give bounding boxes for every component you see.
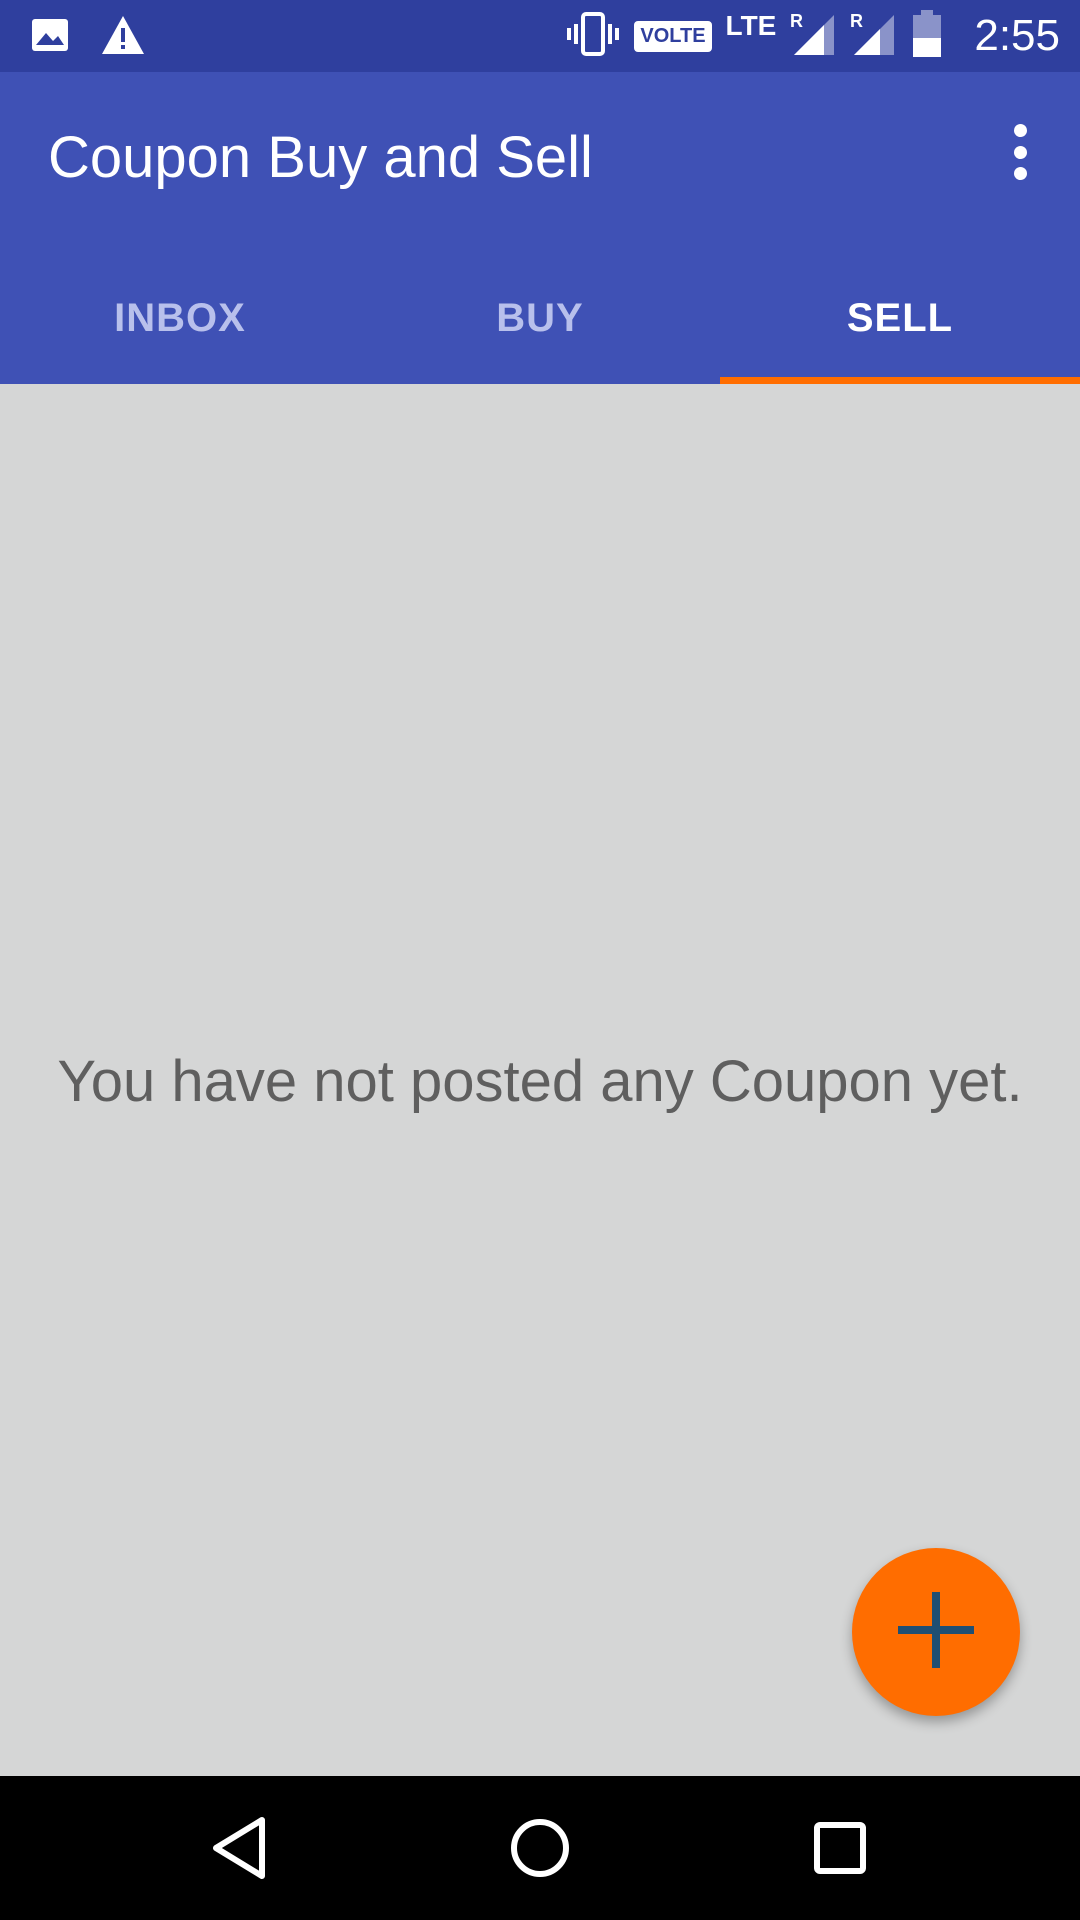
app-title: Coupon Buy and Sell (48, 125, 593, 190)
svg-text:R: R (850, 11, 863, 31)
plus-icon (898, 1591, 974, 1673)
battery-icon (910, 9, 944, 63)
signal-icon: R (790, 11, 836, 62)
system-nav-bar (0, 1776, 1080, 1920)
network-type-label: LTE (725, 10, 777, 41)
image-icon (30, 15, 70, 60)
status-bar: VOLTE LTE R R 2:55 (0, 0, 1080, 72)
home-icon[interactable] (504, 1812, 576, 1884)
signal-icon: R (850, 11, 896, 62)
overflow-menu-icon[interactable] (1000, 124, 1040, 180)
status-bar-left (30, 14, 146, 61)
recents-icon[interactable] (804, 1812, 876, 1884)
tab-buy[interactable]: BUY (360, 252, 720, 384)
volte-badge: VOLTE (634, 20, 712, 52)
tab-inbox[interactable]: INBOX (0, 252, 360, 384)
back-icon[interactable] (204, 1812, 276, 1884)
svg-text:R: R (790, 11, 803, 31)
app-bar: Coupon Buy and Sell INBOX BUY SELL (0, 72, 1080, 384)
warning-icon (100, 14, 146, 61)
empty-state-message: You have not posted any Coupon yet. (57, 1049, 1023, 1114)
add-coupon-button[interactable] (852, 1548, 1020, 1716)
tab-sell[interactable]: SELL (720, 252, 1080, 384)
status-time: 2:55 (974, 11, 1060, 60)
tab-bar: INBOX BUY SELL (0, 252, 1080, 384)
status-bar-right: VOLTE LTE R R 2:55 (566, 9, 1060, 63)
vibrate-icon (566, 11, 620, 61)
